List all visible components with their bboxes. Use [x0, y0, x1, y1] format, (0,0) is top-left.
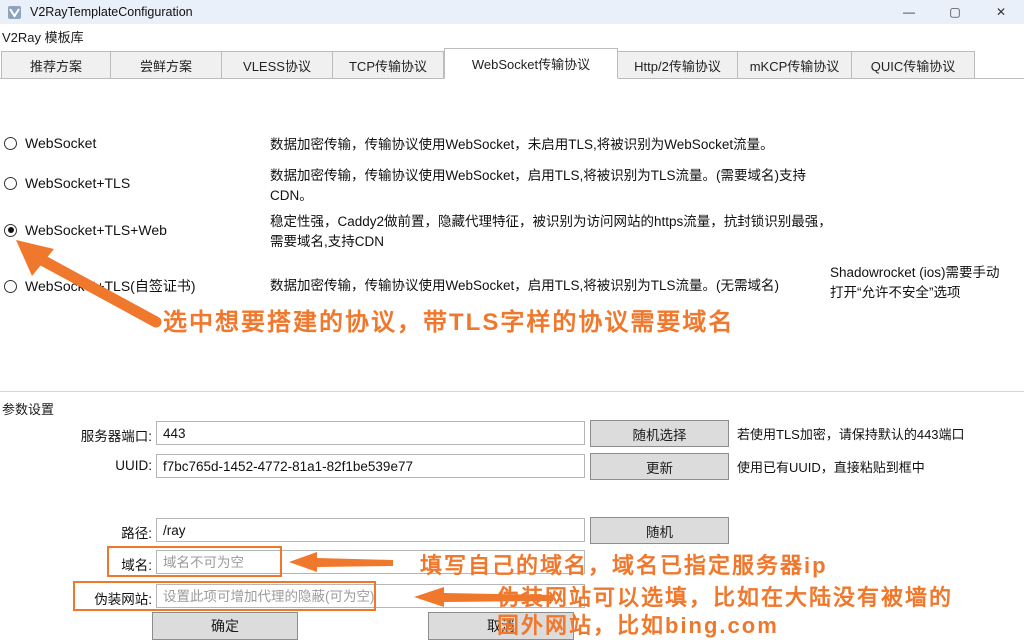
tab-recommended[interactable]: 推荐方案 [1, 51, 111, 79]
random-select-button[interactable]: 随机选择 [590, 420, 729, 447]
title-bar: V2RayTemplateConfiguration — ▢ ✕ [0, 0, 1024, 24]
protocol-tip-annotation: 选中想要搭建的协议，带TLS字样的协议需要域名 [163, 302, 734, 337]
server-port-input[interactable] [156, 421, 585, 445]
ok-button[interactable]: 确定 [152, 612, 298, 640]
radio-icon[interactable] [4, 177, 17, 190]
tab-websocket[interactable]: WebSocket传输协议 [444, 48, 618, 79]
parameters-group-label: 参数设置 [2, 399, 60, 418]
port-note: 若使用TLS加密，请保持默认的443端口 [737, 424, 965, 443]
domain-label: 域名: [37, 554, 152, 574]
window-title: V2RayTemplateConfiguration [30, 5, 193, 19]
template-library-group-label: V2Ray 模板库 [2, 27, 90, 46]
protocol-desc: 数据加密传输，传输协议使用WebSocket，启用TLS,将被识别为TLS流量。… [270, 166, 832, 206]
tab-mkcp[interactable]: mKCP传输协议 [738, 51, 852, 79]
protocol-desc: 数据加密传输，传输协议使用WebSocket，启用TLS,将被识别为TLS流量。… [270, 276, 832, 296]
app-icon [7, 5, 22, 20]
tab-fresh[interactable]: 尝鲜方案 [111, 51, 222, 79]
uuid-label: UUID: [37, 458, 152, 473]
server-port-label: 服务器端口: [37, 425, 152, 445]
radio-icon[interactable] [4, 137, 17, 150]
random-button[interactable]: 随机 [590, 517, 729, 544]
radio-websocket-tls[interactable]: WebSocket+TLS [4, 175, 130, 191]
radio-label: WebSocket+TLS [25, 175, 130, 191]
path-label: 路径: [37, 522, 152, 542]
maximize-icon[interactable]: ▢ [932, 0, 978, 24]
annotation-arrow-domain-icon [287, 550, 397, 574]
tab-vless[interactable]: VLESS协议 [222, 51, 333, 79]
minimize-icon[interactable]: — [886, 0, 932, 24]
tab-quic[interactable]: QUIC传输协议 [852, 51, 975, 79]
domain-tip-annotation: 填写自己的域名，域名已指定服务器ip [420, 548, 828, 580]
masquerade-label: 伪装网站: [37, 588, 152, 608]
annotation-arrow-protocol-icon [8, 236, 163, 328]
protocol-desc: 数据加密传输，传输协议使用WebSocket，未启用TLS,将被识别为WebSo… [270, 135, 832, 155]
radio-icon-selected[interactable] [4, 224, 17, 237]
radio-websocket[interactable]: WebSocket [4, 135, 96, 151]
close-icon[interactable]: ✕ [978, 0, 1024, 24]
update-button[interactable]: 更新 [590, 453, 729, 480]
tab-http2[interactable]: Http/2传输协议 [618, 51, 738, 79]
path-input[interactable] [156, 518, 585, 542]
radio-label: WebSocket [25, 135, 96, 151]
uuid-input[interactable] [156, 454, 585, 478]
tab-strip: 推荐方案 尝鲜方案 VLESS协议 TCP传输协议 WebSocket传输协议 … [1, 48, 975, 79]
protocol-desc: 稳定性强，Caddy2做前置，隐藏代理特征，被识别为访问网站的https流量，抗… [270, 212, 832, 252]
uuid-note: 使用已有UUID，直接粘贴到框中 [737, 457, 925, 476]
section-separator [0, 391, 1024, 392]
shadowrocket-note: Shadowrocket (ios)需要手动 打开“允许不安全”选项 [830, 263, 1024, 303]
masquerade-tip-annotation-line2: 国外网站，比如bing.com [497, 608, 779, 640]
tab-tcp[interactable]: TCP传输协议 [333, 51, 444, 79]
group-divider [62, 406, 1022, 407]
group-divider [98, 34, 1022, 35]
